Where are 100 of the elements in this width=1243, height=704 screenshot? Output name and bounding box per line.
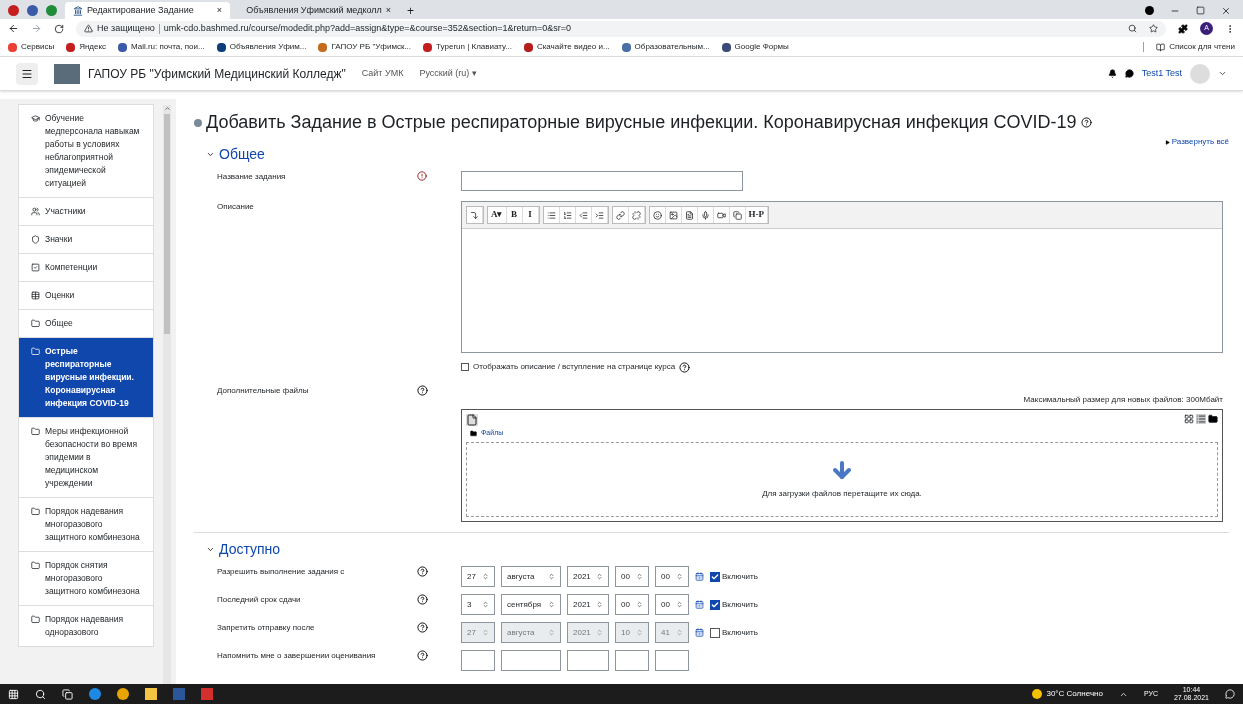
site-name[interactable]: ГАПОУ РБ "Уфимский Медицинский Колледж" [88, 64, 346, 83]
select-field[interactable]: сентября [501, 594, 561, 615]
tab-close[interactable]: × [216, 3, 222, 18]
sidebar-item[interactable]: Острые респираторные вирусные инфекции. Коронавирусная инфекция COVID-19 [18, 337, 154, 418]
bookmark-link[interactable]: Образовательным... [621, 41, 710, 53]
notifications-icon[interactable] [1225, 689, 1235, 699]
pinned-tab-icon[interactable] [46, 5, 57, 16]
calendar-icon[interactable] [695, 572, 704, 581]
calendar-icon[interactable] [695, 628, 704, 637]
sidebar-item[interactable]: Компетенции [18, 253, 154, 282]
select-field[interactable]: 2021 [567, 566, 609, 587]
select-field[interactable]: августа [501, 566, 561, 587]
grid-view-icon[interactable] [1184, 414, 1194, 424]
bookmark-link[interactable]: Яндекс [66, 41, 107, 53]
help-icon[interactable] [417, 649, 428, 661]
select-field[interactable]: 10 [615, 622, 649, 643]
new-tab-button[interactable]: + [403, 2, 418, 19]
task-view-icon[interactable] [62, 688, 73, 700]
select-field[interactable]: 00 [615, 566, 649, 587]
back-icon[interactable] [8, 23, 19, 34]
select-field[interactable]: 00 [655, 566, 689, 587]
taskbar-app-icon[interactable] [89, 688, 101, 700]
checkbox[interactable] [710, 571, 720, 582]
sidebar-item[interactable]: Меры инфекционной безопасности во время эпидемии в медицинском учреждении [18, 417, 154, 498]
help-icon[interactable] [417, 621, 428, 633]
restore-icon[interactable] [1196, 6, 1205, 15]
checkbox[interactable] [710, 599, 720, 610]
tab-close[interactable]: × [385, 3, 391, 18]
sidebar-item[interactable]: Порядок надевания многоразового защитного комбинезона [18, 497, 154, 552]
select-field[interactable]: 00 [615, 594, 649, 615]
close-icon[interactable] [1221, 5, 1231, 16]
menu-button[interactable] [16, 62, 38, 85]
star-icon[interactable] [1149, 24, 1158, 33]
header-link[interactable]: Русский (ru) ▾ [419, 66, 477, 81]
chat-icon[interactable] [1124, 69, 1134, 78]
text-editor[interactable]: A▾ B I H-P [461, 201, 1223, 353]
start-icon[interactable] [8, 688, 19, 700]
select-field[interactable] [501, 650, 561, 671]
sidebar-item[interactable]: Общее [18, 309, 154, 338]
expand-all-link[interactable]: Развернуть всё [1171, 136, 1229, 148]
select-field[interactable]: 3 [461, 594, 495, 615]
reading-list-link[interactable]: Список для чтени [1156, 41, 1235, 53]
weather-text[interactable]: 30°C Солнечно [1046, 688, 1103, 700]
address-bar[interactable]: Не защищено umk-cdo.bashmed.ru/course/modedit.php?add=assign&type=&course=352&section=1&return=0&sr=0 [76, 20, 1166, 37]
sidebar-item[interactable]: Значки [18, 225, 154, 254]
sidebar-item[interactable]: Порядок надевания одноразового [18, 605, 154, 647]
bookmark-link[interactable]: Сервисы [8, 41, 55, 53]
help-icon[interactable] [1080, 117, 1092, 128]
calendar-icon[interactable] [695, 600, 704, 609]
scrollbar[interactable] [163, 105, 171, 684]
scroll-up-icon[interactable] [163, 105, 171, 112]
header-link[interactable]: Сайт УМК [361, 66, 404, 81]
bell-icon[interactable] [1107, 69, 1117, 78]
bookmark-link[interactable]: Скачайте видео и... [523, 41, 610, 53]
help-icon[interactable] [417, 565, 428, 577]
sidebar-item[interactable]: Участники [18, 197, 154, 226]
pinned-tab-icon[interactable] [8, 5, 19, 16]
select-field[interactable] [615, 650, 649, 671]
select-field[interactable]: 41 [655, 622, 689, 643]
search-icon[interactable] [35, 688, 46, 700]
toolbar-button[interactable]: I [522, 207, 539, 223]
select-field[interactable]: 2021 [567, 622, 609, 643]
drop-zone[interactable]: Для загрузки файлов перетащите их сюда. [466, 441, 1218, 517]
help-icon[interactable] [417, 385, 428, 396]
user-name[interactable]: Test1 Test [1141, 66, 1182, 81]
select-field[interactable]: августа [501, 622, 561, 643]
help-icon[interactable] [679, 361, 691, 373]
zoom-icon[interactable] [1128, 24, 1137, 33]
bookmark-link[interactable]: Google Формы [721, 41, 789, 53]
section-toggle[interactable]: Доступно [206, 538, 1229, 560]
folder-view-icon[interactable] [1208, 414, 1218, 424]
media-icon[interactable] [1145, 6, 1154, 15]
caret-icon[interactable] [1218, 69, 1227, 78]
checkbox[interactable] [710, 627, 720, 638]
sidebar-item[interactable]: Оценки [18, 281, 154, 310]
sidebar-item[interactable]: Порядок снятия многоразового защитного комбинезона [18, 551, 154, 606]
scrollbar-thumb[interactable] [164, 114, 170, 334]
bookmark-link[interactable]: Typerun | Клавиату... [423, 41, 512, 53]
input-field[interactable] [461, 171, 743, 191]
select-field[interactable]: 2021 [567, 594, 609, 615]
toolbar-button[interactable]: A▾ [488, 207, 507, 223]
extensions-icon[interactable] [1178, 23, 1188, 34]
pinned-tab-icon[interactable] [27, 5, 38, 16]
help-icon[interactable] [417, 593, 428, 605]
toolbar-button[interactable]: H-P [745, 207, 768, 223]
checkbox[interactable] [461, 363, 469, 371]
taskbar-app-icon[interactable] [117, 688, 129, 700]
toolbar-button[interactable]: B [506, 207, 523, 223]
bookmark-link[interactable]: Объявления Уфим... [216, 41, 307, 53]
add-file-icon[interactable] [466, 414, 478, 426]
select-field[interactable]: 27 [461, 622, 495, 643]
sidebar-item[interactable]: Обучение медперсонала навыкам работы в условиях неблагоприятной эпидемической ситуацией [18, 104, 154, 198]
select-field[interactable]: 00 [655, 594, 689, 615]
bookmark-link[interactable]: Mail.ru: почта, пои... [118, 41, 205, 53]
browser-tab[interactable]: Редактирование Задание × [65, 2, 230, 19]
select-field[interactable] [655, 650, 689, 671]
select-field[interactable] [567, 650, 609, 671]
select-field[interactable] [461, 650, 495, 671]
reload-icon[interactable] [54, 23, 64, 34]
bookmark-link[interactable]: ГАПОУ РБ "Уфимск... [318, 41, 412, 53]
